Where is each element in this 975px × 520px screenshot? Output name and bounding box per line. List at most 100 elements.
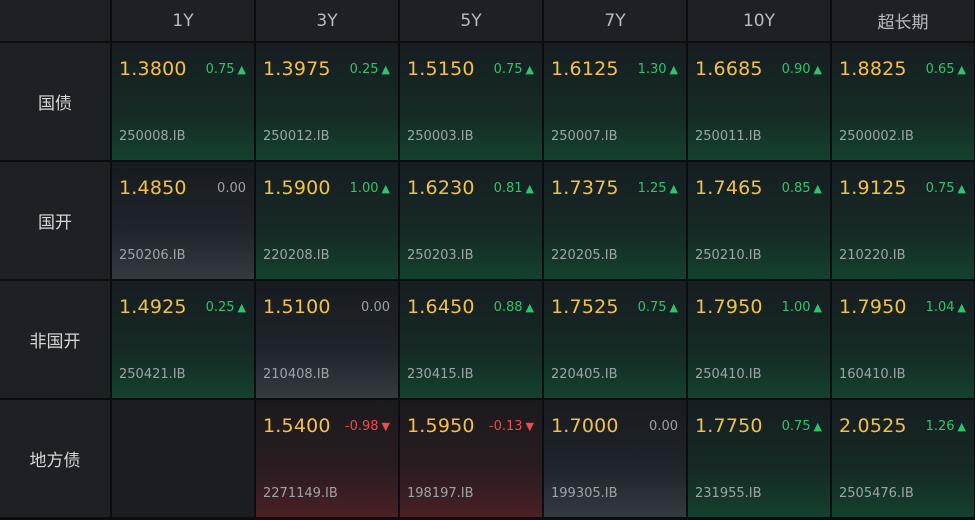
change-value: 1.04 ▲ xyxy=(926,300,966,315)
quote-cell[interactable]: 1.4925 0.25 ▲ 250421.IB xyxy=(112,281,256,400)
change-text: 0.88 xyxy=(493,300,523,315)
yield-value: 2.0525 xyxy=(839,415,907,437)
arrow-up-icon: ▲ xyxy=(957,63,966,76)
arrow-up-icon: ▲ xyxy=(813,63,822,76)
bond-code: 160410.IB xyxy=(839,367,906,382)
arrow-down-icon: ▼ xyxy=(381,420,390,433)
quote-cell[interactable]: 1.5400 -0.98 ▼ 2271149.IB xyxy=(256,400,400,519)
quote-cell[interactable]: 1.7950 1.00 ▲ 250410.IB xyxy=(688,281,832,400)
quote-cell[interactable]: 1.5150 0.75 ▲ 250003.IB xyxy=(400,43,544,162)
change-text: 0.75 xyxy=(637,300,667,315)
change-value: 0.90 ▲ xyxy=(782,62,822,77)
arrow-up-icon: ▲ xyxy=(525,182,534,195)
yield-value: 1.8825 xyxy=(839,58,907,80)
change-text: 1.25 xyxy=(637,181,667,196)
tenor-header-3y[interactable]: 3Y xyxy=(256,0,400,43)
change-value: 0.00 xyxy=(649,419,678,434)
bond-code: 2500002.IB xyxy=(839,129,914,144)
row-label[interactable]: 国债 xyxy=(0,43,112,162)
tenor-header-5y[interactable]: 5Y xyxy=(400,0,544,43)
quote-cell[interactable]: 1.6125 1.30 ▲ 250007.IB xyxy=(544,43,688,162)
bond-code: 250206.IB xyxy=(119,248,186,263)
yield-value: 1.7000 xyxy=(551,415,619,437)
change-value: 0.25 ▲ xyxy=(206,300,246,315)
change-value: 0.00 xyxy=(361,300,390,315)
bond-code: 210220.IB xyxy=(839,248,906,263)
arrow-up-icon: ▲ xyxy=(237,63,246,76)
change-value: 1.00 ▲ xyxy=(782,300,822,315)
change-text: 1.00 xyxy=(349,181,379,196)
change-text: 0.00 xyxy=(361,300,390,315)
bond-code: 220205.IB xyxy=(551,248,618,263)
change-text: -0.98 xyxy=(344,419,379,434)
quote-cell[interactable]: 1.7525 0.75 ▲ 220405.IB xyxy=(544,281,688,400)
bond-code: 2505476.IB xyxy=(839,486,914,501)
yield-value: 1.7525 xyxy=(551,296,619,318)
change-text: 0.25 xyxy=(349,62,379,77)
change-value: 0.75 ▲ xyxy=(926,181,966,196)
tenor-header-10y[interactable]: 10Y xyxy=(688,0,832,43)
quote-cell[interactable]: 1.5950 -0.13 ▼ 198197.IB xyxy=(400,400,544,519)
yield-value: 1.4925 xyxy=(119,296,187,318)
change-value: 1.25 ▲ xyxy=(638,181,678,196)
quote-cell[interactable]: 1.3800 0.75 ▲ 250008.IB xyxy=(112,43,256,162)
quote-cell[interactable]: 1.8825 0.65 ▲ 2500002.IB xyxy=(832,43,975,162)
bond-code: 2271149.IB xyxy=(263,486,338,501)
bond-code: 220208.IB xyxy=(263,248,330,263)
bond-yield-grid: 1Y 3Y 5Y 7Y 10Y 超长期 国债 1.3800 0.75 ▲ 250008.… xyxy=(0,0,975,520)
arrow-up-icon: ▲ xyxy=(957,182,966,195)
row-label[interactable]: 地方债 xyxy=(0,400,112,519)
yield-value: 1.4850 xyxy=(119,177,187,199)
row-label[interactable]: 非国开 xyxy=(0,281,112,400)
tenor-header-7y[interactable]: 7Y xyxy=(544,0,688,43)
yield-value: 1.5950 xyxy=(407,415,475,437)
arrow-up-icon: ▲ xyxy=(813,420,822,433)
quote-cell[interactable]: 2.0525 1.26 ▲ 2505476.IB xyxy=(832,400,975,519)
change-text: 0.90 xyxy=(781,62,811,77)
yield-value: 1.6685 xyxy=(695,58,763,80)
row-label[interactable]: 国开 xyxy=(0,162,112,281)
bond-code: 220405.IB xyxy=(551,367,618,382)
quote-cell[interactable]: 1.7750 0.75 ▲ 231955.IB xyxy=(688,400,832,519)
change-value: 0.75 ▲ xyxy=(494,62,534,77)
yield-value: 1.7465 xyxy=(695,177,763,199)
quote-cell[interactable]: 1.5100 0.00 210408.IB xyxy=(256,281,400,400)
yield-value: 1.7750 xyxy=(695,415,763,437)
quote-cell[interactable]: 1.4850 0.00 250206.IB xyxy=(112,162,256,281)
quote-cell[interactable]: 1.5900 1.00 ▲ 220208.IB xyxy=(256,162,400,281)
change-text: 0.00 xyxy=(649,419,678,434)
quote-cell[interactable]: 1.6685 0.90 ▲ 250011.IB xyxy=(688,43,832,162)
quote-cell[interactable]: 1.3975 0.25 ▲ 250012.IB xyxy=(256,43,400,162)
change-text: 0.65 xyxy=(925,62,955,77)
bond-code: 250012.IB xyxy=(263,129,330,144)
arrow-down-icon: ▼ xyxy=(525,420,534,433)
tenor-header-1y[interactable]: 1Y xyxy=(112,0,256,43)
change-text: 0.75 xyxy=(925,181,955,196)
arrow-up-icon: ▲ xyxy=(957,420,966,433)
header-corner xyxy=(0,0,112,43)
yield-value: 1.6125 xyxy=(551,58,619,80)
yield-value: 1.7950 xyxy=(839,296,907,318)
quote-cell[interactable]: 1.7465 0.85 ▲ 250210.IB xyxy=(688,162,832,281)
tenor-header-ultra-long[interactable]: 超长期 xyxy=(832,0,975,43)
yield-value: 1.7950 xyxy=(695,296,763,318)
bond-code: 250203.IB xyxy=(407,248,474,263)
quote-cell[interactable]: 1.7950 1.04 ▲ 160410.IB xyxy=(832,281,975,400)
arrow-up-icon: ▲ xyxy=(381,182,390,195)
quote-cell[interactable]: 1.6230 0.81 ▲ 250203.IB xyxy=(400,162,544,281)
quote-cell[interactable]: 1.9125 0.75 ▲ 210220.IB xyxy=(832,162,975,281)
arrow-up-icon: ▲ xyxy=(237,301,246,314)
change-value: 1.00 ▲ xyxy=(350,181,390,196)
arrow-up-icon: ▲ xyxy=(813,301,822,314)
change-value: 0.85 ▲ xyxy=(782,181,822,196)
change-value: 0.75 ▲ xyxy=(782,419,822,434)
bond-code: 210408.IB xyxy=(263,367,330,382)
bond-code: 231955.IB xyxy=(695,486,762,501)
quote-cell[interactable]: 1.6450 0.88 ▲ 230415.IB xyxy=(400,281,544,400)
bond-code: 199305.IB xyxy=(551,486,618,501)
change-value: 0.75 ▲ xyxy=(206,62,246,77)
change-text: -0.13 xyxy=(488,419,523,434)
quote-cell[interactable]: 1.7000 0.00 199305.IB xyxy=(544,400,688,519)
change-text: 0.25 xyxy=(205,300,235,315)
quote-cell[interactable]: 1.7375 1.25 ▲ 220205.IB xyxy=(544,162,688,281)
